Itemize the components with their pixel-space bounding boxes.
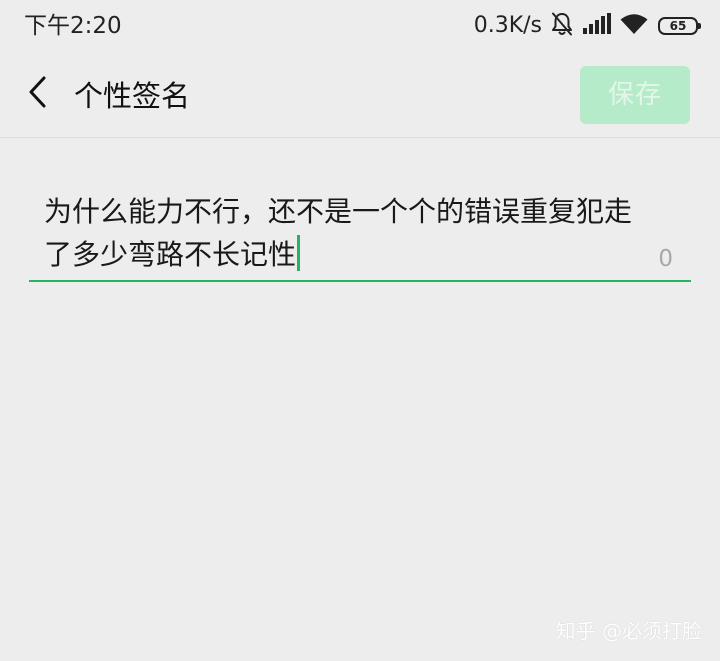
status-indicators: 0.3K/s 65: [473, 11, 701, 41]
signature-input[interactable]: 为什么能力不行，还不是一个个的错误重复犯走了多少弯路不长记性 0: [29, 190, 691, 282]
battery-icon: 65: [658, 17, 701, 35]
signature-text[interactable]: 为什么能力不行，还不是一个个的错误重复犯走了多少弯路不长记性: [44, 190, 644, 276]
page-title: 个性签名: [74, 79, 191, 113]
wifi-icon: [620, 13, 648, 39]
char-count: 0: [658, 246, 673, 272]
status-time: 下午2:20: [24, 13, 122, 39]
network-speed: 0.3K/s: [473, 13, 542, 38]
battery-level: 65: [669, 19, 687, 33]
signal-icon: [582, 13, 612, 39]
save-button[interactable]: 保存: [580, 66, 690, 124]
text-cursor: [297, 235, 301, 271]
signature-text-content: 为什么能力不行，还不是一个个的错误重复犯走了多少弯路不长记性: [44, 195, 633, 271]
chevron-left-icon: [26, 75, 50, 113]
status-bar: 下午2:20 0.3K/s 65: [0, 0, 720, 52]
title-bar: 个性签名 保存: [0, 52, 720, 138]
bell-mute-icon: [550, 11, 574, 41]
watermark: 知乎 @必须打脸: [555, 619, 702, 643]
back-button[interactable]: [16, 72, 60, 116]
